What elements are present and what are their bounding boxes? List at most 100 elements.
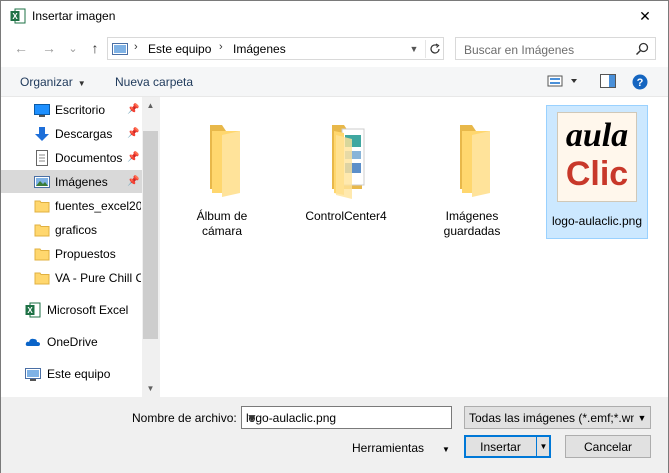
file-type-value: Todas las imágenes (*.emf;*.wm [469,411,641,425]
this-pc-icon [25,367,41,381]
refresh-button[interactable] [425,40,443,58]
sidebar-item-onedrive[interactable]: OneDrive [1,330,142,353]
pin-icon: 📌 [127,104,140,115]
sidebar-item-downloads[interactable]: Descargas 📌 [1,122,142,145]
window-title: Insertar imagen [32,9,116,23]
desktop-icon [34,103,50,117]
sidebar-scrollbar[interactable]: ▲ ▼ [142,97,159,397]
breadcrumb-pictures[interactable]: Imágenes [233,42,286,56]
file-name: Álbum de cámara [172,209,272,239]
search-box[interactable]: Buscar en Imágenes [455,37,656,60]
chevron-down-icon: ▼ [442,445,450,454]
back-button[interactable]: ← [12,39,30,57]
file-type-select[interactable]: Todas las imágenes (*.emf;*.wm ▼ [464,406,651,429]
sidebar-item-this-pc[interactable]: Este equipo [1,362,142,385]
pin-icon: 📌 [127,176,140,187]
address-bar[interactable]: › Este equipo › Imágenes ▼ [107,37,444,60]
file-item[interactable]: Álbum de cámara [172,105,274,239]
sidebar-item-label: Este equipo [47,366,111,381]
sidebar-item-label: fuentes_excel201 [55,198,141,213]
command-bar: Organizar ▼ Nueva carpeta ? [1,67,668,97]
sidebar-item-label: Microsoft Excel [47,302,129,317]
preview-pane-icon [600,74,616,88]
file-item[interactable]: Imágenes guardadas [422,105,524,239]
scroll-thumb[interactable] [143,131,158,339]
preview-pane-button[interactable] [600,74,616,91]
insert-button[interactable]: Insertar ▼ [464,435,551,458]
insert-options-dropdown[interactable]: ▼ [536,436,550,457]
tools-label: Herramientas [352,441,425,455]
svg-text:?: ? [637,77,644,89]
folder-icon [460,125,490,197]
address-dropdown[interactable]: ▼ [406,41,422,57]
this-pc-icon [112,43,128,55]
sidebar-item-desktop[interactable]: Escritorio 📌 [1,98,142,121]
folder-with-documents-icon [332,125,365,199]
dialog-footer: Nombre de archivo: logo-aulaclic.png ▼ T… [1,397,668,473]
sidebar-item-microsoft-excel[interactable]: X Microsoft Excel [1,298,142,321]
tools-button[interactable]: Herramientas ▼ [352,441,450,455]
scroll-down-button[interactable]: ▼ [142,380,159,397]
sidebar-item-documents[interactable]: Documentos 📌 [1,146,142,169]
filename-field[interactable]: logo-aulaclic.png ▼ [241,406,452,429]
title-bar: X Insertar imagen ✕ [1,1,668,31]
logo-text-clic: Clic [565,155,629,193]
file-name: ControlCenter4 [296,209,396,224]
breadcrumb-separator: › [134,41,138,53]
document-icon [36,149,48,166]
file-list: Álbum de cámara ControlCenter4 Imágenes … [159,97,668,397]
breadcrumb-this-pc[interactable]: Este equipo [148,42,211,56]
close-button[interactable]: ✕ [636,7,654,25]
scroll-up-button[interactable]: ▲ [142,97,159,114]
filename-label: Nombre de archivo: [132,411,237,425]
insert-label: Insertar [480,439,521,454]
sidebar-item-pictures[interactable]: Imágenes 📌 [1,170,142,193]
up-button[interactable]: ↑ [86,39,104,57]
sidebar-item-folder[interactable]: Propuestos [1,242,142,265]
chevron-down-icon: ▼ [77,79,86,88]
file-item-selected[interactable]: aula Clic logo-aulaclic.png [546,105,648,239]
sidebar-item-folder[interactable]: graficos [1,218,142,241]
cancel-button[interactable]: Cancelar [565,435,651,458]
sidebar-item-label: Propuestos [55,246,116,261]
file-name-text: ControlCenter4 [305,209,387,223]
arrow-right-icon: → [42,40,56,56]
recent-locations-button[interactable]: ⌄ [64,39,82,57]
image-thumbnail: aula Clic [557,112,637,202]
help-icon: ? [632,74,648,90]
search-input[interactable]: Buscar en Imágenes [464,43,574,57]
organize-label: Organizar [20,75,73,89]
pictures-icon [34,175,50,188]
svg-text:X: X [12,12,18,21]
excel-icon: X [10,8,26,24]
folder-icon [34,272,50,284]
download-icon [35,126,49,141]
view-icon [547,75,577,87]
new-folder-button[interactable]: Nueva carpeta [115,75,193,89]
arrow-left-icon: ← [14,40,28,56]
sidebar-item-folder[interactable]: fuentes_excel201 [1,194,142,217]
sidebar-item-label: VA - Pure Chill C [55,270,141,285]
pin-icon: 📌 [127,128,140,139]
svg-text:X: X [27,306,33,315]
excel-icon: X [25,302,41,317]
navigation-pane: Escritorio 📌 Descargas 📌 Documentos 📌 Im… [1,97,159,397]
file-name-text: Imágenes guardadas [443,209,501,238]
chevron-down-icon: ⌄ [68,42,78,55]
file-name: Imágenes guardadas [422,209,522,239]
forward-button[interactable]: → [40,39,58,57]
sidebar-item-folder[interactable]: VA - Pure Chill C [1,266,142,289]
view-options-button[interactable] [547,74,577,91]
chevron-down-icon[interactable]: ▼ [246,411,448,425]
file-name-text: Álbum de cámara [196,209,248,238]
file-name-text: logo-aulaclic.png [551,214,643,228]
file-name: logo-aulaclic.png [547,214,647,229]
sidebar-item-label: OneDrive [47,334,98,349]
pin-icon: 📌 [127,152,140,163]
arrow-up-icon: ↑ [91,40,99,56]
organize-button[interactable]: Organizar ▼ [20,75,86,89]
refresh-icon [429,43,440,54]
help-button[interactable]: ? [632,74,648,93]
file-item[interactable]: ControlCenter4 [296,105,398,239]
logo-text-aula: aula [565,117,629,154]
